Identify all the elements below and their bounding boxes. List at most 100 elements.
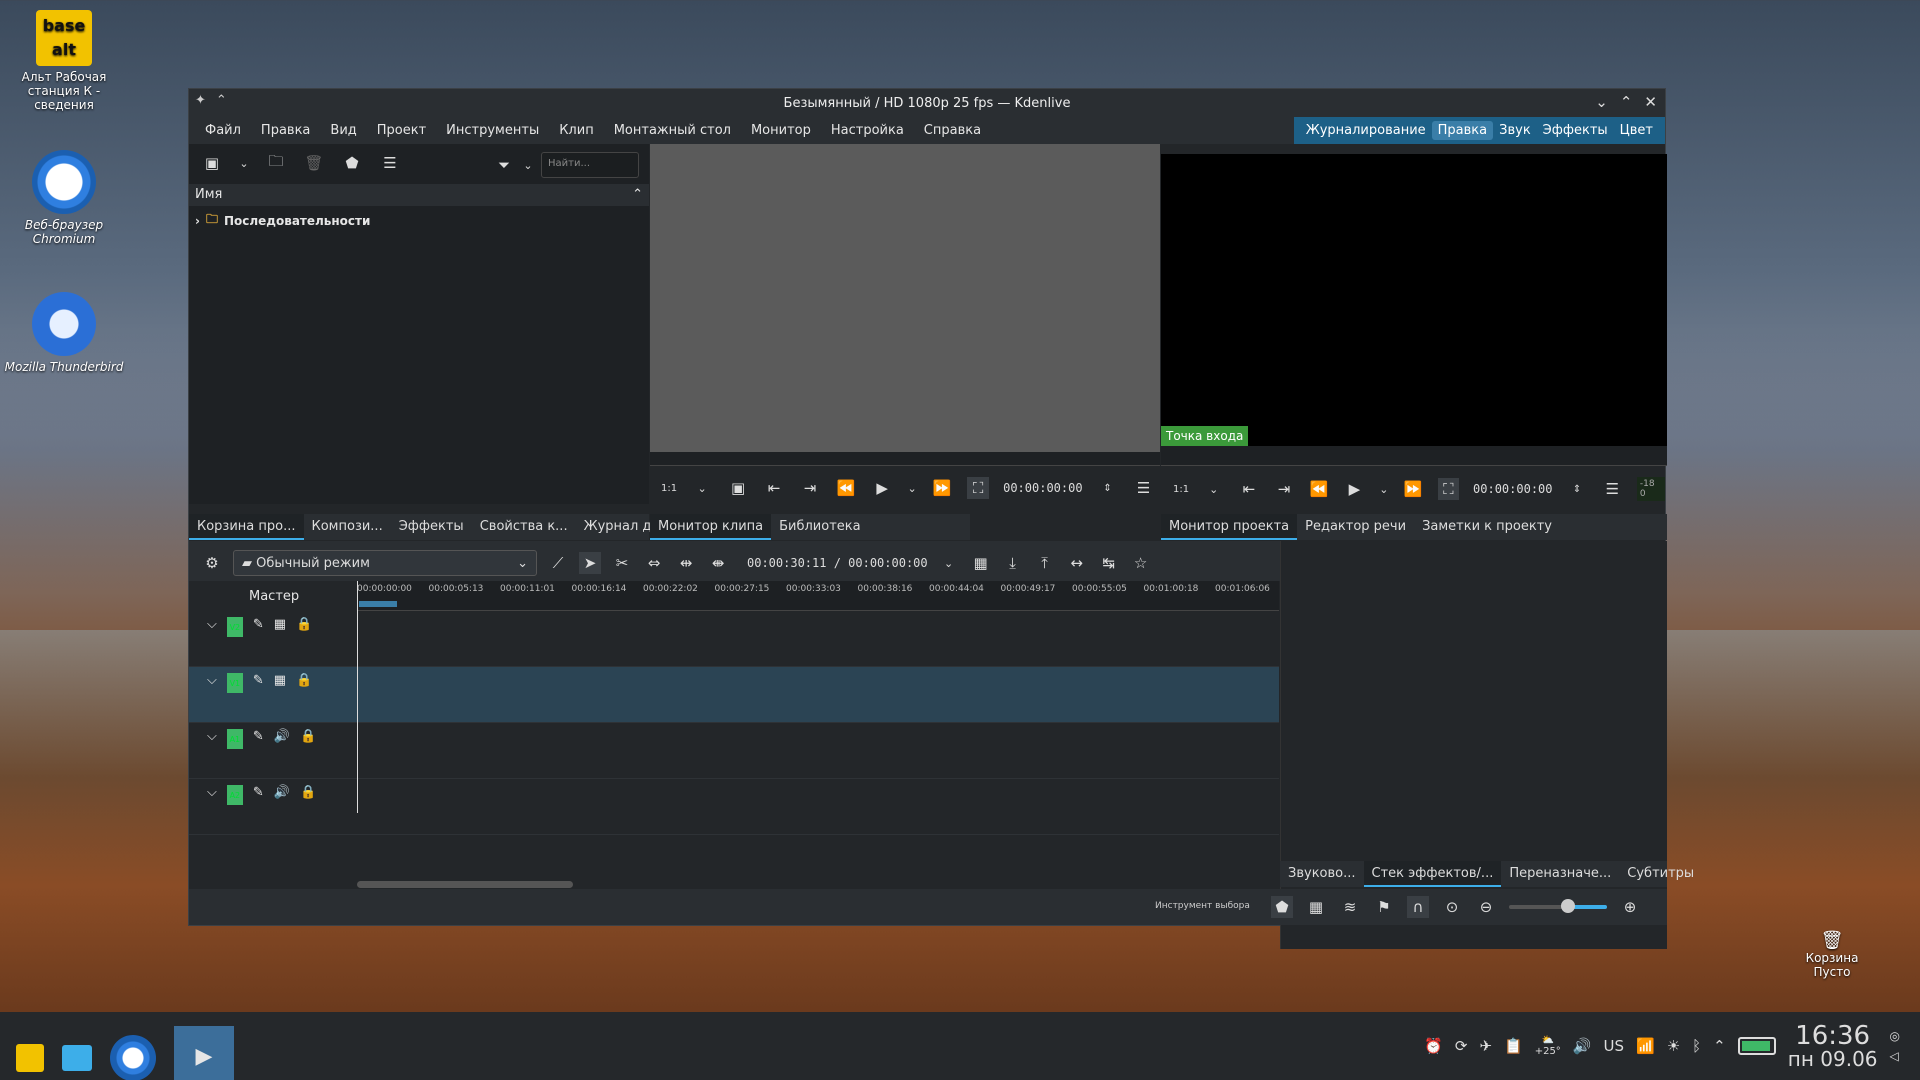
speaker-icon[interactable]: 🔊 [274, 785, 290, 800]
track-a2[interactable]: ⌵ A2 ✎ 🔊 🔒 [189, 779, 1279, 835]
project-monitor-menu-icon[interactable]: ☰ [1602, 478, 1623, 500]
speaker-icon[interactable]: 🔊 [274, 729, 290, 744]
menu-edit[interactable]: Правка [251, 123, 320, 138]
collapse-icon[interactable]: ⌵ [207, 785, 217, 800]
project-timecode[interactable]: 00:00:00:00 [1473, 482, 1552, 496]
timecode-spin-icon[interactable]: ⇕ [1567, 478, 1588, 500]
notifications-icon[interactable]: ◎ [1890, 1029, 1900, 1043]
edit-mode-select[interactable]: ▰ Обычный режим ⌄ [233, 550, 537, 576]
show-desktop-icon[interactable]: ◁ [1890, 1049, 1900, 1063]
lock-icon[interactable]: 🔒 [296, 617, 312, 632]
desktop-icon-chromium[interactable]: Веб-браузер Chromium [4, 150, 124, 246]
tab-remap[interactable]: Переназначе... [1501, 861, 1619, 887]
set-out-icon[interactable]: ⇥ [799, 477, 821, 499]
timeline-settings-icon[interactable]: ⚙ [201, 552, 223, 574]
menu-help[interactable]: Справка [914, 123, 991, 138]
flag-icon[interactable]: ⚑ [1373, 896, 1395, 918]
tab-project-bin[interactable]: Корзина про... [189, 514, 304, 540]
set-in-icon[interactable]: ⇤ [763, 477, 785, 499]
film-icon[interactable]: ▦ [274, 673, 286, 688]
tab-project-notes[interactable]: Заметки к проекту [1414, 514, 1560, 540]
volume-icon[interactable]: 🔊 [1573, 1037, 1592, 1055]
filter-icon[interactable]: ⏷ [493, 154, 515, 176]
bluetooth-icon[interactable]: ᛒ [1692, 1037, 1701, 1055]
zoom-fit-icon[interactable]: ⊙ [1441, 896, 1463, 918]
forward-icon[interactable]: ⏩ [1403, 478, 1424, 500]
zone-marker[interactable] [359, 601, 397, 607]
razor-tool-icon[interactable]: ✂ [611, 552, 633, 574]
tray-expand-icon[interactable]: ⌃ [1713, 1037, 1726, 1055]
bin-folder-row[interactable]: › 🗀 Последовательности [195, 210, 370, 231]
track-label[interactable]: V2 [226, 617, 243, 637]
thumbnails-icon[interactable]: ▦ [1305, 896, 1327, 918]
minimize-icon[interactable]: ⌄ [1595, 93, 1608, 111]
update-icon[interactable]: ⟳ [1455, 1037, 1468, 1055]
set-out-icon[interactable]: ⇥ [1273, 478, 1294, 500]
set-in-icon[interactable]: ⇤ [1238, 478, 1259, 500]
effect-icon[interactable]: ✎ [253, 617, 264, 632]
tab-effect-stack[interactable]: Стек эффектов/... [1363, 861, 1502, 887]
expand-arrow-icon[interactable]: › [195, 214, 200, 228]
menu-clip[interactable]: Клип [549, 123, 604, 138]
timeline-ruler[interactable]: 00:00:00:00 00:00:05:13 00:00:11:01 00:00:1… [357, 581, 1279, 611]
clip-monitor-menu-icon[interactable]: ☰ [1133, 477, 1155, 499]
bin-search-input[interactable]: Найти... [541, 152, 639, 178]
favorite-icon[interactable]: ☆ [1130, 552, 1152, 574]
collapse-icon[interactable]: ⌵ [207, 673, 217, 688]
tab-library[interactable]: Библиотека [771, 514, 869, 540]
zoom-out-icon[interactable]: ⊖ [1475, 896, 1497, 918]
maximize-icon[interactable]: ⌃ [1620, 93, 1633, 111]
effect-icon[interactable]: ✎ [253, 785, 264, 800]
kdenlive-taskbar-icon[interactable]: ▶ [174, 1026, 234, 1080]
roll-tool-icon[interactable]: ⇼ [707, 552, 729, 574]
collapse-icon[interactable]: ⌵ [207, 729, 217, 744]
chromium-taskbar-icon[interactable] [110, 1035, 156, 1080]
layout-editing[interactable]: Правка [1431, 121, 1494, 140]
add-clip-icon[interactable]: ▣ [201, 152, 223, 174]
select-tool-icon[interactable]: ➤ [579, 552, 601, 574]
rewind-icon[interactable]: ⏪ [1309, 478, 1330, 500]
wifi-icon[interactable]: 📶 [1636, 1037, 1655, 1055]
keyboard-layout[interactable]: US [1604, 1037, 1625, 1055]
menu-timeline[interactable]: Монтажный стол [604, 123, 741, 138]
overwrite-icon[interactable]: ▦ [970, 552, 992, 574]
tag-icon[interactable]: ⬟ [341, 152, 363, 174]
dropdown-icon[interactable]: ⌄ [239, 152, 249, 174]
zoom-dropdown-icon[interactable]: ⌄ [1203, 478, 1224, 500]
layout-audio[interactable]: Звук [1493, 121, 1537, 140]
tab-subtitles[interactable]: Субтитры [1619, 861, 1702, 887]
track-v1[interactable]: ⌵ V1 ✎ ▦ 🔒 [189, 667, 1279, 723]
desktop-icon-thunderbird[interactable]: Mozilla Thunderbird [4, 292, 124, 374]
duration-dropdown-icon[interactable]: ⌄ [938, 552, 960, 574]
ripple-tool-icon[interactable]: ⇹ [675, 552, 697, 574]
brightness-icon[interactable]: ☀ [1667, 1037, 1680, 1055]
close-icon[interactable]: ✕ [1644, 93, 1657, 111]
lock-icon[interactable]: 🔒 [300, 785, 316, 800]
tab-speech-editor[interactable]: Редактор речи [1297, 514, 1414, 540]
clip-timecode[interactable]: 00:00:00:00 [1003, 481, 1082, 495]
play-dropdown-icon[interactable]: ⌄ [907, 477, 917, 499]
clipboard-icon[interactable]: 📋 [1504, 1037, 1523, 1055]
tab-compositions[interactable]: Компози... [304, 514, 391, 540]
clock[interactable]: 16:36 пн 09.06 [1788, 1023, 1878, 1069]
lift-icon[interactable]: ↔ [1066, 552, 1088, 574]
tab-clip-properties[interactable]: Свойства к... [472, 514, 576, 540]
fit-icon[interactable]: ⛶ [1437, 478, 1460, 500]
timeline-scrollbar[interactable] [357, 881, 573, 888]
snap-icon[interactable]: ∩ [1407, 896, 1429, 918]
track-a1[interactable]: ⌵ A1 ✎ 🔊 🔒 [189, 723, 1279, 779]
file-manager-icon[interactable] [62, 1045, 92, 1071]
project-zoom[interactable]: 1:1 [1173, 484, 1189, 495]
audio-waveform-icon[interactable]: ≋ [1339, 896, 1361, 918]
effect-icon[interactable]: ✎ [253, 729, 264, 744]
layout-effects[interactable]: Эффекты [1537, 121, 1614, 140]
menu-file[interactable]: Файл [195, 123, 251, 138]
project-monitor-view[interactable]: Точка входа [1161, 154, 1667, 446]
master-label[interactable]: Мастер [249, 589, 299, 604]
slip-tool-icon[interactable]: ⇔ [643, 552, 665, 574]
menu-settings[interactable]: Настройка [821, 123, 914, 138]
delete-icon[interactable]: 🗑 [303, 152, 325, 174]
collapse-icon[interactable]: ⌵ [207, 617, 217, 632]
play-dropdown-icon[interactable]: ⌄ [1379, 478, 1389, 500]
track-label[interactable]: V1 [226, 673, 243, 693]
